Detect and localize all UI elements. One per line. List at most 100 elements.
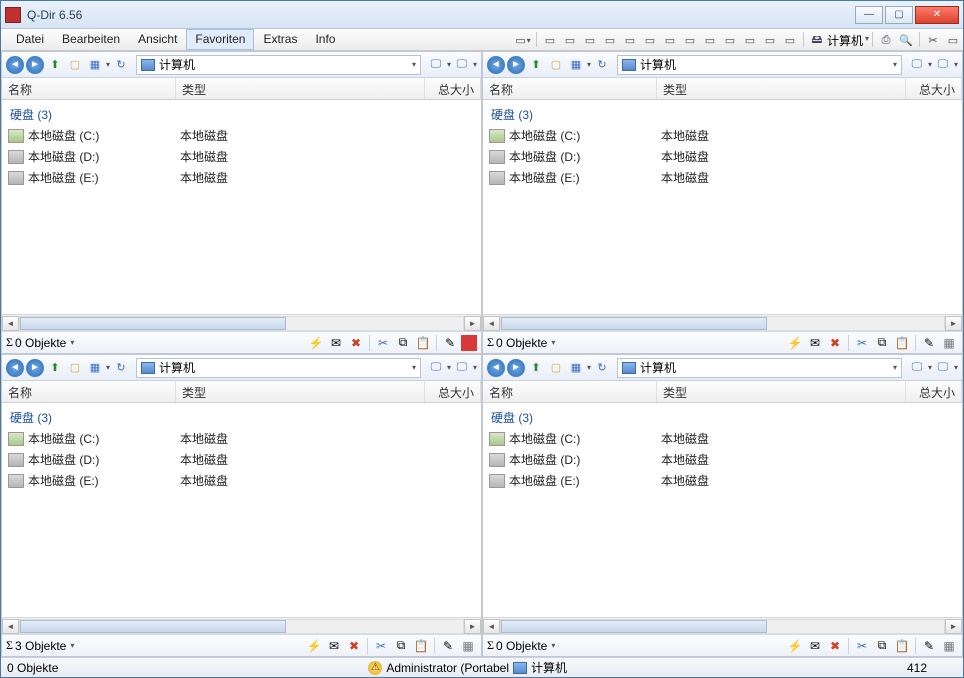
scroll-track[interactable] bbox=[19, 619, 464, 634]
back-button[interactable]: ◄ bbox=[6, 56, 24, 74]
h-scrollbar[interactable]: ◄► bbox=[2, 314, 481, 331]
address-bar[interactable]: 计算机▾ bbox=[617, 55, 902, 75]
up-icon[interactable]: ⬆ bbox=[46, 56, 64, 74]
forward-button[interactable]: ► bbox=[507, 359, 525, 377]
filter-icon[interactable]: ⚡ bbox=[786, 334, 804, 352]
edit-icon[interactable]: ✎ bbox=[441, 334, 459, 352]
scroll-right-button[interactable]: ► bbox=[464, 316, 481, 331]
scroll-right-button[interactable]: ► bbox=[945, 619, 962, 634]
dropdown-icon[interactable]: ▾ bbox=[551, 641, 555, 650]
print-icon[interactable]: ⎙ bbox=[877, 31, 895, 49]
layout-icon[interactable]: ▭ bbox=[681, 31, 699, 49]
paste-icon[interactable]: 📋 bbox=[893, 334, 911, 352]
delete-icon[interactable]: ✖ bbox=[826, 637, 844, 655]
titlebar[interactable]: Q-Dir 6.56 — ▢ ✕ bbox=[1, 1, 963, 29]
forward-button[interactable]: ► bbox=[26, 359, 44, 377]
cut-icon[interactable]: ✂ bbox=[374, 334, 392, 352]
grid-icon[interactable]: ▦ bbox=[459, 637, 477, 655]
refresh-icon[interactable]: ↻ bbox=[593, 359, 611, 377]
column-header[interactable]: 名称类型总大小 bbox=[483, 381, 962, 403]
grid-icon[interactable]: ▦ bbox=[940, 637, 958, 655]
drive-row[interactable]: 本地磁盘 (E:)本地磁盘 bbox=[2, 470, 481, 491]
record-icon[interactable] bbox=[461, 335, 477, 351]
drive-row[interactable]: 本地磁盘 (E:)本地磁盘 bbox=[483, 167, 962, 188]
dropdown-icon[interactable]: ▾ bbox=[70, 338, 74, 347]
address-bar[interactable]: 计算机▾ bbox=[136, 358, 421, 378]
h-scrollbar[interactable]: ◄► bbox=[483, 617, 962, 634]
drive-row[interactable]: 本地磁盘 (D:)本地磁盘 bbox=[483, 449, 962, 470]
drive-row[interactable]: 本地磁盘 (D:)本地磁盘 bbox=[2, 146, 481, 167]
cut-icon[interactable]: ✂ bbox=[372, 637, 390, 655]
col-size[interactable]: 总大小 bbox=[425, 78, 481, 99]
copy-icon[interactable]: ⧉ bbox=[392, 637, 410, 655]
mail-icon[interactable]: ✉ bbox=[325, 637, 343, 655]
dropdown-icon[interactable]: ▾ bbox=[865, 29, 869, 50]
address-bar[interactable]: 计算机▾ bbox=[617, 358, 902, 378]
dropdown-icon[interactable]: ▾ bbox=[893, 60, 897, 69]
back-button[interactable]: ◄ bbox=[487, 359, 505, 377]
layout-single-icon[interactable]: ▭ bbox=[514, 31, 532, 49]
drive-row[interactable]: 本地磁盘 (E:)本地磁盘 bbox=[2, 167, 481, 188]
view-icon[interactable]: ▦ bbox=[86, 56, 104, 74]
drive-row[interactable]: 本地磁盘 (C:)本地磁盘 bbox=[483, 428, 962, 449]
tree-icon[interactable]: 🖵 bbox=[453, 359, 471, 377]
menu-edit[interactable]: Bearbeiten bbox=[53, 29, 129, 50]
h-scrollbar[interactable]: ◄► bbox=[2, 617, 481, 634]
edit-icon[interactable]: ✎ bbox=[439, 637, 457, 655]
file-list[interactable]: 硬盘 (3)本地磁盘 (C:)本地磁盘本地磁盘 (D:)本地磁盘本地磁盘 (E:… bbox=[2, 403, 481, 617]
drive-row[interactable]: 本地磁盘 (C:)本地磁盘 bbox=[2, 125, 481, 146]
monitor-icon[interactable]: 🖵 bbox=[427, 56, 445, 74]
copy-icon[interactable]: ⧉ bbox=[873, 637, 891, 655]
layout-icon[interactable]: ▭ bbox=[781, 31, 799, 49]
mail-icon[interactable]: ✉ bbox=[327, 334, 345, 352]
edit-icon[interactable]: ✎ bbox=[920, 334, 938, 352]
view-icon[interactable]: ▦ bbox=[567, 56, 585, 74]
menu-favorites[interactable]: Favoriten bbox=[186, 29, 254, 50]
scroll-track[interactable] bbox=[500, 619, 945, 634]
column-header[interactable]: 名称类型总大小 bbox=[2, 78, 481, 100]
layout-icon[interactable]: ▭ bbox=[661, 31, 679, 49]
layout-icon[interactable]: ▭ bbox=[561, 31, 579, 49]
dropdown-icon[interactable]: ▾ bbox=[70, 641, 74, 650]
file-list[interactable]: 硬盘 (3)本地磁盘 (C:)本地磁盘本地磁盘 (D:)本地磁盘本地磁盘 (E:… bbox=[483, 403, 962, 617]
folder-icon[interactable]: ▢ bbox=[66, 359, 84, 377]
dropdown-icon[interactable]: ▾ bbox=[412, 363, 416, 372]
filter-icon[interactable]: ⚡ bbox=[305, 637, 323, 655]
group-header[interactable]: 硬盘 (3) bbox=[483, 405, 962, 428]
mail-icon[interactable]: ✉ bbox=[806, 637, 824, 655]
delete-icon[interactable]: ✖ bbox=[345, 637, 363, 655]
scroll-right-button[interactable]: ► bbox=[945, 316, 962, 331]
filter-icon[interactable]: ⚡ bbox=[786, 637, 804, 655]
tools-icon[interactable]: ✂ bbox=[924, 31, 942, 49]
scroll-right-button[interactable]: ► bbox=[464, 619, 481, 634]
forward-button[interactable]: ► bbox=[26, 56, 44, 74]
col-name[interactable]: 名称 bbox=[2, 78, 176, 99]
col-type[interactable]: 类型 bbox=[657, 381, 906, 402]
paste-icon[interactable]: 📋 bbox=[893, 637, 911, 655]
up-icon[interactable]: ⬆ bbox=[46, 359, 64, 377]
edit-icon[interactable]: ✎ bbox=[920, 637, 938, 655]
column-header[interactable]: 名称类型总大小 bbox=[483, 78, 962, 100]
scroll-left-button[interactable]: ◄ bbox=[2, 316, 19, 331]
menu-file[interactable]: Datei bbox=[7, 29, 53, 50]
layout-icon[interactable]: ▭ bbox=[701, 31, 719, 49]
filter-icon[interactable]: ⚡ bbox=[307, 334, 325, 352]
view-icon[interactable]: ▦ bbox=[86, 359, 104, 377]
close-button[interactable]: ✕ bbox=[915, 6, 959, 24]
dropdown-icon[interactable]: ▾ bbox=[412, 60, 416, 69]
file-list[interactable]: 硬盘 (3)本地磁盘 (C:)本地磁盘本地磁盘 (D:)本地磁盘本地磁盘 (E:… bbox=[2, 100, 481, 314]
h-scrollbar[interactable]: ◄► bbox=[483, 314, 962, 331]
grid-icon[interactable]: ▦ bbox=[940, 334, 958, 352]
up-icon[interactable]: ⬆ bbox=[527, 56, 545, 74]
menu-view[interactable]: Ansicht bbox=[129, 29, 186, 50]
layout-icon[interactable]: ▭ bbox=[641, 31, 659, 49]
cut-icon[interactable]: ✂ bbox=[853, 334, 871, 352]
layout-icon[interactable]: ▭ bbox=[721, 31, 739, 49]
col-name[interactable]: 名称 bbox=[483, 78, 657, 99]
folder-icon[interactable]: ▢ bbox=[547, 56, 565, 74]
tree-icon[interactable]: 🖵 bbox=[453, 56, 471, 74]
col-size[interactable]: 总大小 bbox=[906, 381, 962, 402]
scroll-thumb[interactable] bbox=[20, 620, 286, 633]
delete-icon[interactable]: ✖ bbox=[347, 334, 365, 352]
back-button[interactable]: ◄ bbox=[6, 359, 24, 377]
